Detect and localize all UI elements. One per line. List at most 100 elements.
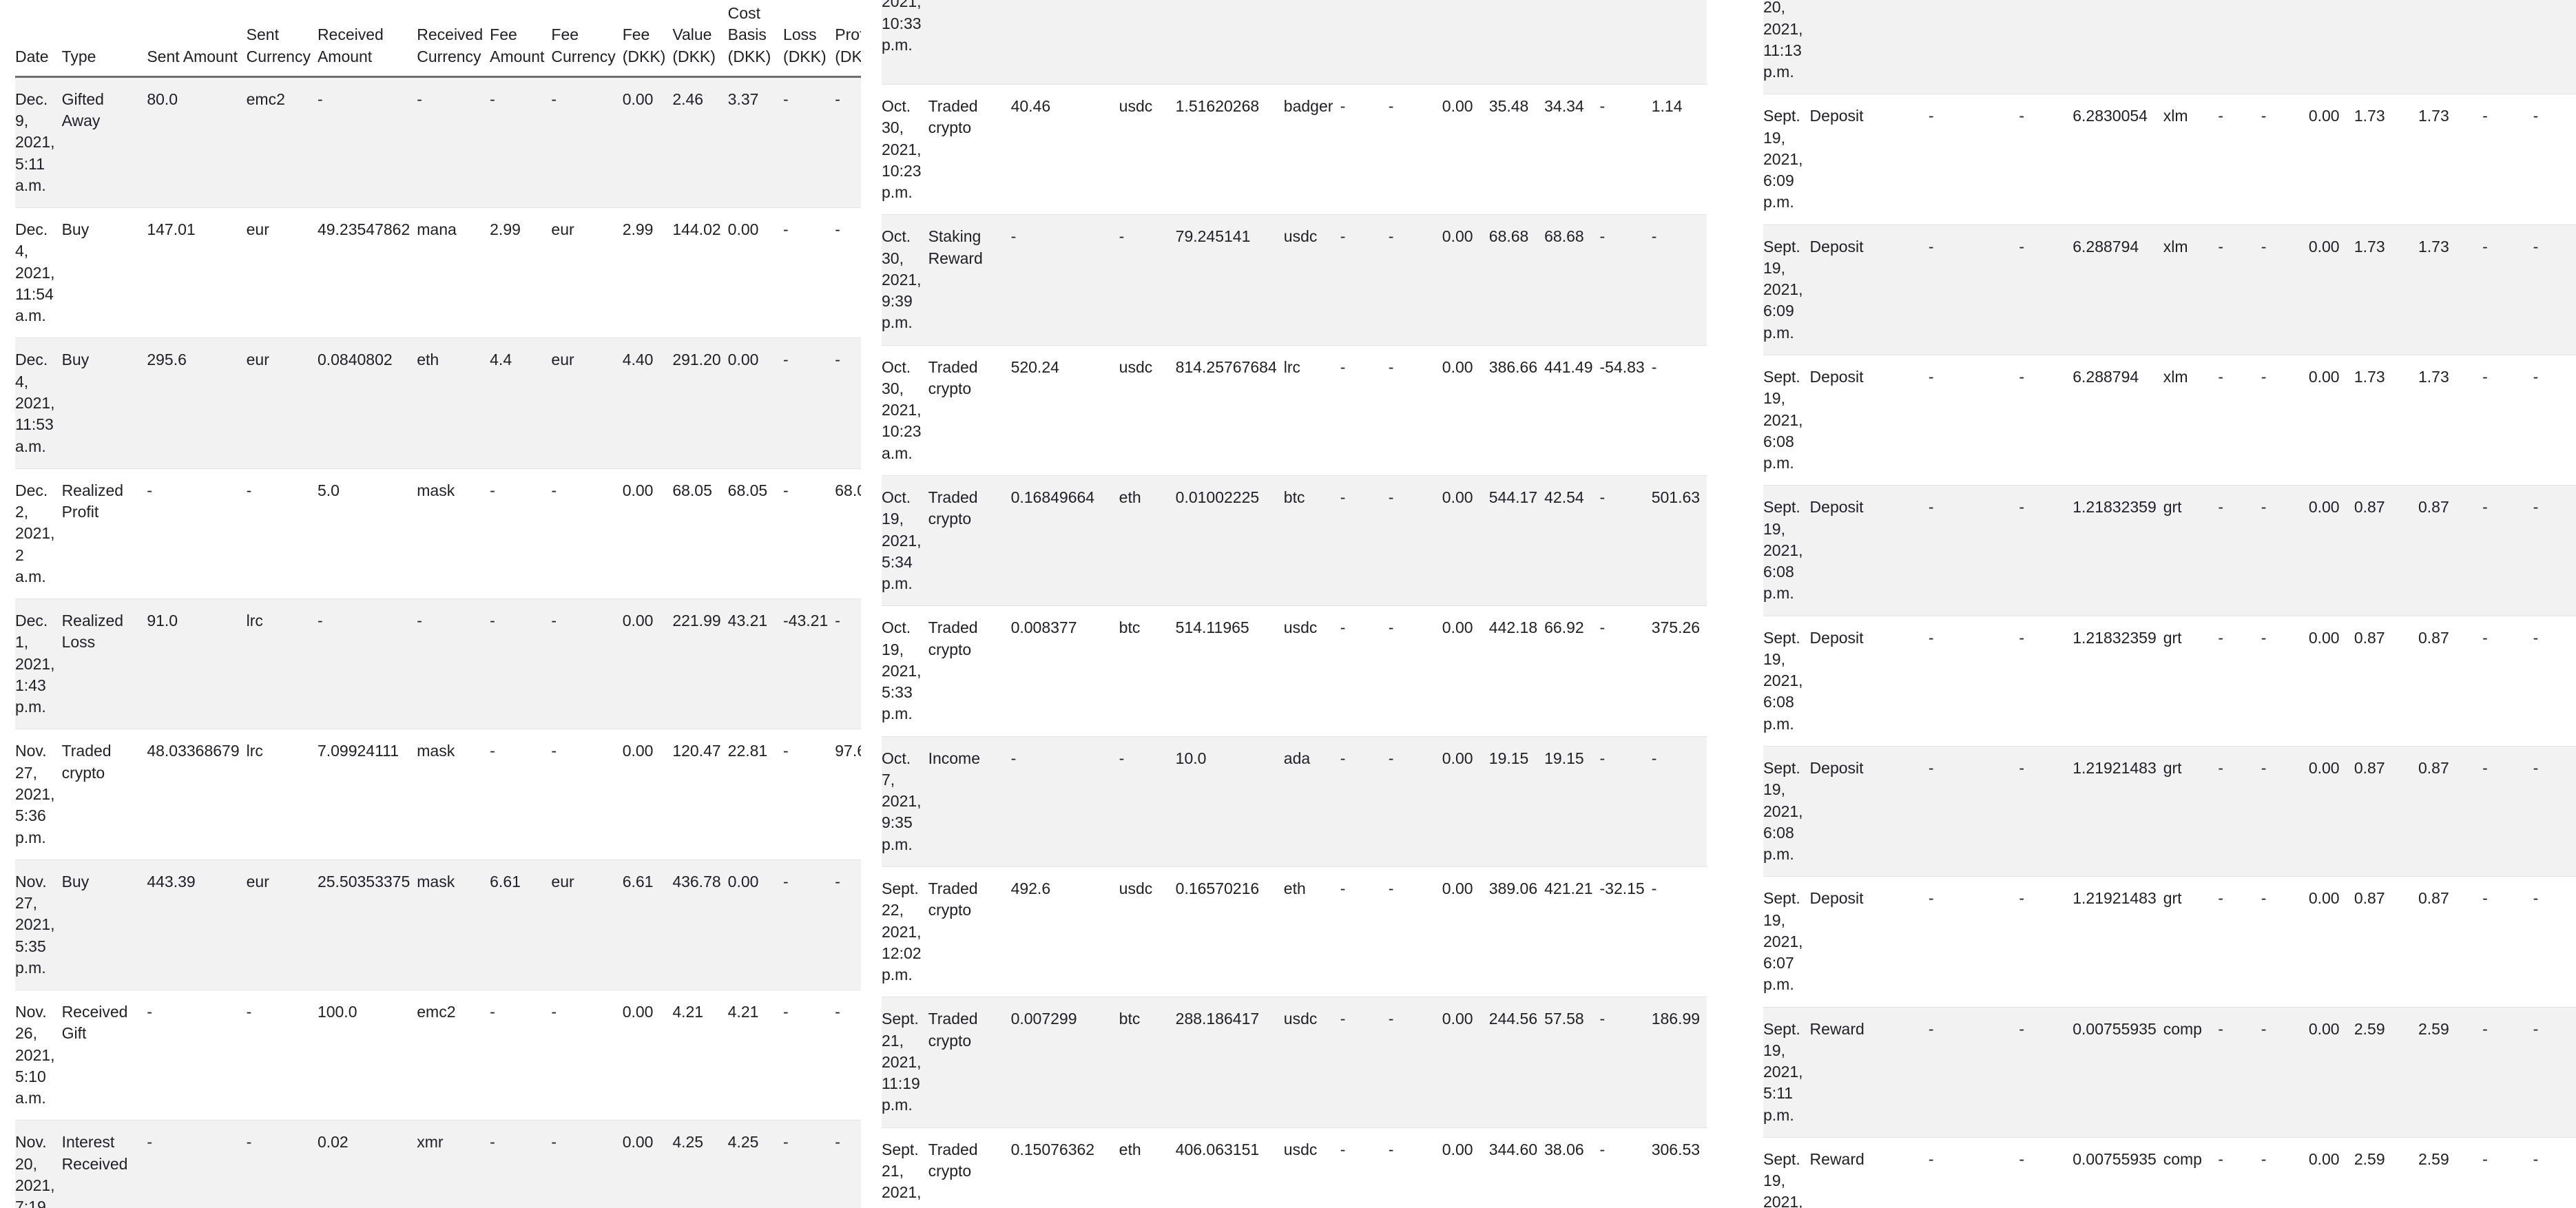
- column-header-sent-currency[interactable]: Sent Currency: [246, 0, 318, 78]
- table-row[interactable]: Sept. 21, 2021, 11:17 p.m.Traded crypto0…: [882, 1127, 1707, 1208]
- cell-loss-dkk: -: [2482, 1137, 2533, 1208]
- cell-profit-dkk: 97.66: [835, 729, 861, 860]
- cell-profit-dkk: -: [835, 860, 861, 991]
- table-row[interactable]: Oct. 19, 2021, 5:34 p.m. Traded crypto 0.1…: [882, 475, 1707, 607]
- cell-value-dkk: 4.25: [672, 1120, 728, 1208]
- table-row[interactable]: Oct. 30, 2021, 10:23 p.m. Traded crypto 40…: [882, 84, 1707, 216]
- cell-fee-currency: eur: [551, 860, 623, 991]
- table-row[interactable]: Sept. 19, 2021, 6:07 p.m. Deposit - -1.2192…: [1763, 876, 2576, 1008]
- cell-profit-dkk: 1.14: [1651, 84, 1707, 216]
- column-header-received-currency[interactable]: Received Currency: [417, 0, 490, 78]
- table-row[interactable]: Dec. 4, 2021, 11:53 a.m. Buy 295.6 eur 0.084…: [15, 337, 861, 469]
- cell-cost-basis-dkk: 68.68: [1544, 214, 1600, 346]
- cell-loss-dkk: -: [1599, 997, 1652, 1128]
- cell-date: 30, 2021, 10:33 p.m.: [882, 0, 928, 85]
- table-row[interactable]: Sept. 19, 2021, 6:09 p.m. Deposit - -6.2887…: [1763, 225, 2576, 355]
- table-row[interactable]: Sept. 22, 2021, 12:02 p.m. Traded crypto 4…: [882, 866, 1707, 998]
- cell-loss-dkk: -: [783, 1120, 835, 1208]
- cell-type: Traded crypto: [928, 605, 1011, 737]
- cell-cost-basis-dkk: 0.87: [2418, 616, 2483, 747]
- cell-sent-currency: usdc: [1119, 345, 1176, 476]
- cell-loss-dkk: -: [2482, 1007, 2533, 1138]
- cell-received-currency: usdc: [1283, 1127, 1340, 1208]
- cell-cost-basis-dkk: 204.53: [2418, 0, 2483, 95]
- table-row[interactable]: Sept. 19, 2021, 6:08 p.m. Deposit - -1.2183…: [1763, 616, 2576, 747]
- column-header-fee-amount[interactable]: Fee Amount: [490, 0, 552, 78]
- cell-received-currency: lrc: [1283, 345, 1340, 476]
- cell-received-currency: xlm: [2163, 355, 2219, 486]
- column-header-date[interactable]: Date: [15, 0, 62, 78]
- column-header-value-dkk[interactable]: Value (DKK): [672, 0, 728, 78]
- cell-received-amount: 0.01002225: [1175, 475, 1284, 607]
- table-row[interactable]: Sept. 19, 2021, 6:08 p.m. Deposit - -1.2183…: [1763, 485, 2576, 616]
- cell-loss-dkk: -: [2482, 94, 2533, 225]
- table-row[interactable]: Oct. 30, 2021, 9:39 p.m. Staking Reward - -…: [882, 214, 1707, 346]
- cell-fee-currency: -: [1388, 997, 1442, 1128]
- cell-cost-basis-dkk: 19.15: [1544, 736, 1600, 867]
- table-row[interactable]: Sept. 21, 2021, 11:19 p.m. Traded crypto 0…: [882, 997, 1707, 1128]
- column-header-profit-dkk[interactable]: Profit (DKK): [835, 0, 861, 78]
- cell-received-currency: grt: [2163, 616, 2219, 747]
- table-row[interactable]: Sept. 19, 2021, 6:08 p.m. Deposit - -1.2192…: [1763, 746, 2576, 877]
- table-row[interactable]: Oct. 30, 2021, 10:23 a.m. Traded crypto 52…: [882, 345, 1707, 476]
- cell-received-amount: 1.21832359: [2073, 485, 2163, 616]
- cell-value-dkk: 35.48: [1488, 84, 1545, 216]
- cell-received-currency: mask: [417, 468, 490, 600]
- table-row[interactable]: Oct. 7, 2021, 9:35 p.m. Income - -10.0 ada - -…: [882, 736, 1707, 867]
- table-row[interactable]: Sept. 19, 2021, 5:11 p.m. Reward - -0.00755…: [1763, 1007, 2576, 1138]
- cell-fee-dkk: 6.61: [622, 860, 673, 991]
- cell-date: Sept. 21, 2021, 11:17 p.m.: [882, 1127, 928, 1208]
- column-header-loss-dkk[interactable]: Loss (DKK): [783, 0, 835, 78]
- cell-fee-dkk: 0.00: [1442, 1127, 1489, 1208]
- cell-profit-dkk: 186.99: [1651, 997, 1707, 1128]
- table-body: Sept. 20, 2021, 11:13 p.m.Traded crypto1…: [1763, 0, 2576, 1208]
- table-row[interactable]: Dec. 2, 2021, 2 a.m. Realized Profit - -5.0…: [15, 468, 861, 600]
- table-row[interactable]: Nov. 27, 2021, 5:36 p.m. Traded crypto 48.…: [15, 729, 861, 860]
- table-row[interactable]: Sept. 19, 2021, 6:08 p.m. Deposit - -6.2887…: [1763, 355, 2576, 486]
- table-row[interactable]: Nov. 20, 2021, 7:19 p.m.Interest Receive…: [15, 1120, 861, 1208]
- table-row[interactable]: Dec. 1, 2021, 1:43 p.m. Realized Loss 91.0…: [15, 598, 861, 730]
- cell-sent-amount: 80.0: [147, 76, 247, 209]
- table-row[interactable]: Dec. 9, 2021, 5:11 a.m. Gifted Away 80.0 em…: [15, 76, 861, 209]
- cell-sent-currency: emc2: [246, 76, 318, 209]
- cell-type: Reward: [1809, 1137, 1929, 1208]
- cell-date: Dec. 4, 2021, 11:54 a.m.: [15, 207, 62, 339]
- table-row[interactable]: Sept. 20, 2021, 11:13 p.m.Traded crypto1…: [1763, 0, 2576, 95]
- cell-profit-dkk: -: [1651, 866, 1707, 998]
- table-row[interactable]: Oct. 19, 2021, 5:33 p.m. Traded crypto 0.0…: [882, 605, 1707, 737]
- cell-cost-basis-dkk: 4.25: [727, 1120, 784, 1208]
- cell-value-dkk: 2.46: [672, 76, 728, 209]
- cell-profit-dkk: -: [835, 207, 861, 339]
- cell-received-currency: usdc: [2163, 0, 2219, 95]
- table-row[interactable]: 30, 2021, 10:33 p.m.: [882, 0, 1707, 85]
- column-header-fee-dkk[interactable]: Fee (DKK): [622, 0, 673, 78]
- column-header-sent-amount[interactable]: Sent Amount: [147, 0, 247, 78]
- cell-type: Traded crypto: [1809, 0, 1929, 95]
- table-row[interactable]: Dec. 4, 2021, 11:54 a.m. Buy 147.01 eur 49.2…: [15, 207, 861, 339]
- cell-fee-currency: -: [551, 598, 623, 730]
- cell-cost-basis-dkk: 1.73: [2418, 225, 2483, 355]
- cell-type: Gifted Away: [61, 76, 147, 209]
- table-row[interactable]: Sept. 19, 2021, 6:09 p.m. Deposit - -6.2830…: [1763, 94, 2576, 225]
- table-row[interactable]: Nov. 26, 2021, 5:10 a.m. Received Gift - -1…: [15, 990, 861, 1121]
- cell-type: Realized Profit: [61, 468, 147, 600]
- cell-fee-amount: -: [490, 468, 552, 600]
- cell-value-dkk: 544.17: [1488, 475, 1545, 607]
- cell-sent-amount: -: [147, 1120, 247, 1208]
- cell-fee-currency: -: [2261, 0, 2309, 95]
- cell-fee-amount: [1340, 0, 1389, 85]
- cell-sent-amount: 295.6: [147, 337, 247, 469]
- cell-sent-currency: btc: [1119, 997, 1176, 1128]
- cell-value-dkk: 1.73: [2354, 94, 2418, 225]
- column-header-type[interactable]: Type: [61, 0, 147, 78]
- column-header-received-amount[interactable]: Received Amount: [317, 0, 417, 78]
- cell-sent-currency: usdc: [1119, 866, 1176, 998]
- table-row[interactable]: Nov. 27, 2021, 5:35 p.m. Buy 443.39 eur 25.5…: [15, 860, 861, 991]
- table-row[interactable]: Sept. 19, 2021, 5:10 p.m.Reward--0.00755…: [1763, 1137, 2576, 1208]
- column-header-fee-currency[interactable]: Fee Currency: [551, 0, 623, 78]
- column-header-cost-basis-dkk[interactable]: Cost Basis (DKK): [727, 0, 784, 78]
- cell-sent-amount: -: [1928, 355, 2019, 486]
- cell-profit-dkk: -: [835, 337, 861, 469]
- cell-value-dkk: 0.87: [2354, 746, 2418, 877]
- cell-received-currency: usdc: [1283, 605, 1340, 737]
